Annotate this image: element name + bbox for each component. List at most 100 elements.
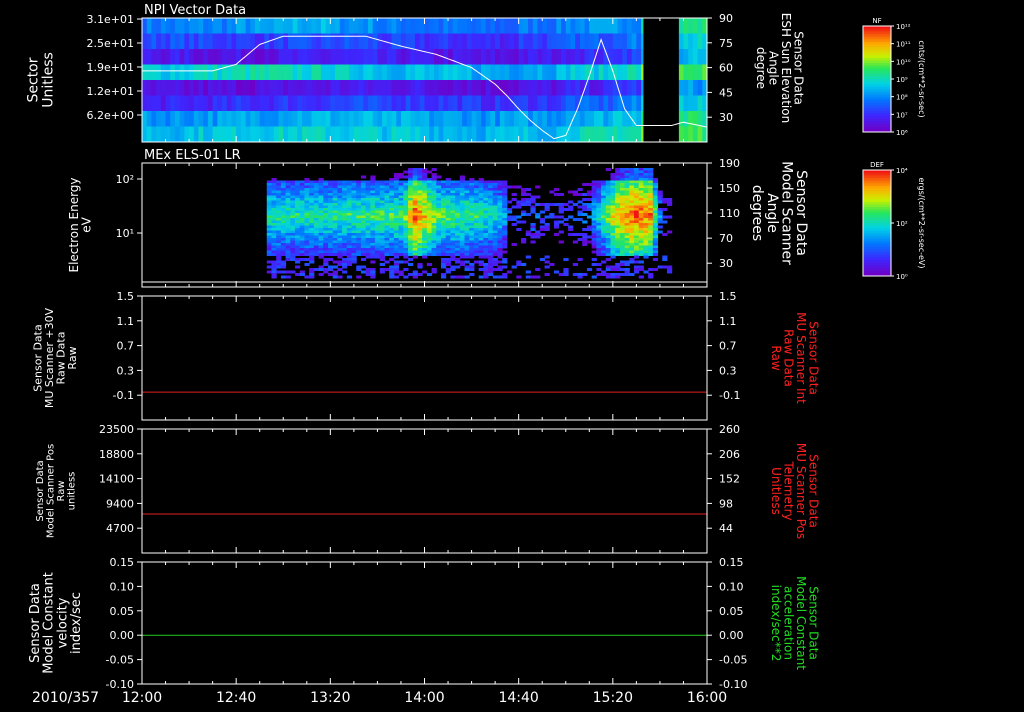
npi-cell bbox=[297, 95, 303, 112]
npi-cell bbox=[184, 95, 190, 112]
npi-cell bbox=[226, 49, 232, 65]
npi-cell bbox=[438, 33, 444, 50]
npi-cell bbox=[513, 49, 520, 65]
npi-cell bbox=[565, 64, 571, 81]
npi-cell bbox=[245, 80, 251, 96]
npi-cell bbox=[598, 95, 604, 112]
npi-cell bbox=[292, 111, 298, 127]
npi-cell bbox=[212, 111, 218, 127]
npi-cell bbox=[405, 49, 411, 65]
npi-cell bbox=[400, 64, 407, 81]
els-cell bbox=[295, 253, 301, 256]
els-cell bbox=[553, 215, 560, 219]
els-cell bbox=[450, 258, 456, 261]
npi-cell bbox=[513, 111, 520, 127]
npi-cell bbox=[594, 126, 600, 143]
npi-cell bbox=[297, 49, 303, 65]
npi-cell bbox=[198, 18, 204, 34]
els-cell bbox=[530, 200, 536, 204]
colorbar-unit-text: cnts/(cm**2-sr-sec) bbox=[917, 40, 926, 117]
els-cell bbox=[450, 268, 456, 271]
npi-cell bbox=[174, 33, 181, 50]
npi-cell bbox=[292, 95, 298, 112]
npi-cell bbox=[636, 95, 642, 112]
npi-cell bbox=[410, 111, 416, 127]
npi-cell bbox=[165, 18, 171, 34]
npi-cell bbox=[269, 18, 275, 34]
npi-cell bbox=[240, 64, 247, 81]
npi-cell bbox=[542, 49, 548, 65]
npi-cell bbox=[697, 95, 703, 112]
els-cell bbox=[572, 263, 579, 266]
npi-cell bbox=[231, 80, 237, 96]
npi-cell bbox=[316, 64, 322, 81]
els-cell bbox=[666, 215, 673, 219]
left-tick-label: 2.5e+01 bbox=[87, 37, 134, 50]
npi-cell bbox=[612, 49, 619, 65]
npi-cell bbox=[259, 80, 265, 96]
els-cell bbox=[553, 193, 560, 196]
npi-cell bbox=[325, 95, 331, 112]
npi-cell bbox=[429, 80, 435, 96]
npi-cell bbox=[193, 49, 199, 65]
els-cell bbox=[568, 228, 574, 231]
npi-cell bbox=[462, 111, 468, 127]
els-cell bbox=[398, 175, 404, 179]
npi-cell bbox=[622, 18, 628, 34]
time-tick-label: 16:00 bbox=[687, 690, 727, 706]
npi-cell bbox=[448, 18, 454, 34]
npi-cell bbox=[612, 126, 619, 143]
npi-cell bbox=[598, 126, 604, 143]
npi-cell bbox=[368, 95, 374, 112]
npi-cell bbox=[570, 80, 576, 96]
npi-cell bbox=[255, 111, 261, 127]
npi-cell bbox=[565, 33, 571, 50]
els-cell bbox=[370, 275, 376, 279]
els-cell bbox=[299, 273, 305, 276]
npi-cell bbox=[466, 49, 473, 65]
npi-cell bbox=[273, 18, 280, 34]
els-cell bbox=[360, 175, 367, 179]
npi-cell bbox=[622, 126, 628, 143]
els-cell bbox=[497, 260, 503, 264]
npi-cell bbox=[697, 18, 703, 34]
npi-cell bbox=[156, 126, 162, 143]
els-cell bbox=[365, 273, 371, 276]
npi-cell bbox=[688, 80, 694, 96]
els-cell bbox=[652, 268, 659, 271]
npi-cell bbox=[292, 126, 298, 143]
npi-cell bbox=[476, 80, 482, 96]
npi-cell bbox=[556, 111, 562, 127]
els-cell bbox=[445, 253, 451, 256]
npi-cell bbox=[160, 33, 167, 50]
npi-cell bbox=[481, 49, 487, 65]
els-cell bbox=[337, 268, 343, 271]
npi-cell bbox=[264, 126, 270, 143]
els-cell bbox=[535, 195, 541, 199]
npi-cell bbox=[287, 18, 294, 34]
els-cell bbox=[586, 235, 593, 239]
els-cell bbox=[502, 275, 508, 279]
els-cell bbox=[525, 203, 531, 206]
npi-cell bbox=[142, 33, 148, 50]
npi-cell bbox=[198, 111, 204, 127]
left-tick-label: 18800 bbox=[99, 448, 134, 461]
npi-cell bbox=[311, 80, 317, 96]
right-tick-label: 44 bbox=[719, 522, 733, 535]
npi-cell bbox=[156, 33, 162, 50]
npi-cell bbox=[151, 80, 157, 96]
npi-cell bbox=[608, 33, 614, 50]
npi-cell bbox=[457, 33, 463, 50]
npi-cell bbox=[683, 49, 689, 65]
els-cell bbox=[403, 175, 409, 179]
npi-cell bbox=[165, 111, 171, 127]
els-cell bbox=[591, 250, 597, 254]
npi-cell bbox=[471, 111, 477, 127]
els-cell bbox=[577, 238, 583, 241]
npi-cell bbox=[556, 33, 562, 50]
els-cell bbox=[506, 200, 513, 204]
npi-cell bbox=[142, 126, 148, 143]
npi-cell bbox=[584, 111, 590, 127]
els-cell bbox=[332, 260, 338, 264]
npi-cell bbox=[179, 33, 185, 50]
